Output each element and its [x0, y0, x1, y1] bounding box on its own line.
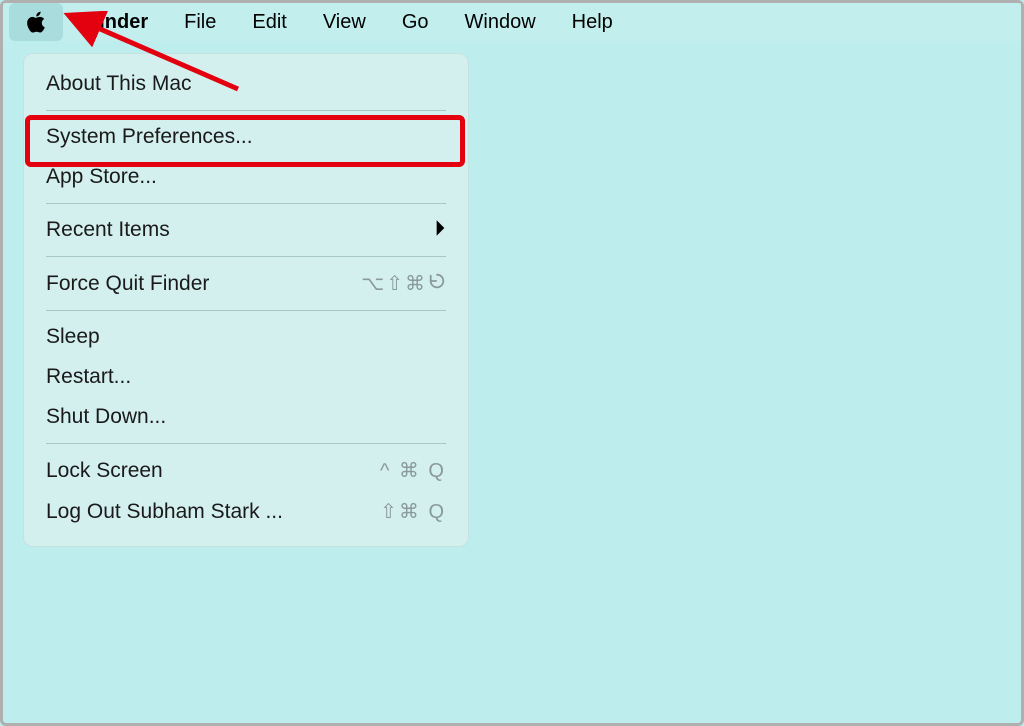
menu-about-this-mac[interactable]: About This Mac — [24, 64, 468, 104]
menubar-window[interactable]: Window — [447, 3, 554, 41]
menu-force-quit[interactable]: Force Quit Finder ⌥⇧⌘ — [24, 263, 468, 304]
menu-item-label: App Store... — [46, 165, 446, 189]
menubar-app-name[interactable]: Finder — [69, 3, 166, 41]
menu-divider — [46, 110, 446, 111]
menu-sleep[interactable]: Sleep — [24, 317, 468, 357]
chevron-right-icon — [435, 219, 446, 242]
menu-item-label: Restart... — [46, 365, 446, 389]
apple-logo-icon — [25, 9, 47, 35]
apple-menu-button[interactable] — [9, 3, 63, 41]
menu-restart[interactable]: Restart... — [24, 357, 468, 397]
menu-divider — [46, 256, 446, 257]
menu-divider — [46, 203, 446, 204]
menubar-edit[interactable]: Edit — [234, 3, 304, 41]
menu-item-label: Log Out Subham Stark ... — [46, 500, 380, 524]
apple-menu-dropdown: About This Mac System Preferences... App… — [23, 53, 469, 547]
menu-app-store[interactable]: App Store... — [24, 157, 468, 197]
menu-item-label: Recent Items — [46, 218, 435, 242]
menu-system-preferences[interactable]: System Preferences... — [24, 117, 468, 157]
menu-divider — [46, 310, 446, 311]
menubar-view[interactable]: View — [305, 3, 384, 41]
menu-divider — [46, 443, 446, 444]
escape-icon — [428, 272, 446, 296]
menubar-help[interactable]: Help — [554, 3, 631, 41]
menu-lock-screen[interactable]: Lock Screen ^ ⌘ Q — [24, 450, 468, 491]
menu-log-out[interactable]: Log Out Subham Stark ... ⇧⌘ Q — [24, 491, 468, 532]
menu-item-label: System Preferences... — [46, 125, 446, 149]
menubar-file[interactable]: File — [166, 3, 234, 41]
menu-shut-down[interactable]: Shut Down... — [24, 397, 468, 437]
menubar: Finder File Edit View Go Window Help — [3, 3, 1021, 41]
menu-recent-items[interactable]: Recent Items — [24, 210, 468, 250]
keyboard-shortcut: ⇧⌘ Q — [380, 499, 446, 524]
menu-item-label: Sleep — [46, 325, 446, 349]
menu-item-label: About This Mac — [46, 72, 446, 96]
menu-item-label: Lock Screen — [46, 459, 380, 483]
menu-item-label: Force Quit Finder — [46, 272, 361, 296]
keyboard-shortcut: ⌥⇧⌘ — [361, 271, 446, 296]
keyboard-shortcut: ^ ⌘ Q — [380, 458, 446, 483]
menu-item-label: Shut Down... — [46, 405, 446, 429]
menubar-go[interactable]: Go — [384, 3, 447, 41]
